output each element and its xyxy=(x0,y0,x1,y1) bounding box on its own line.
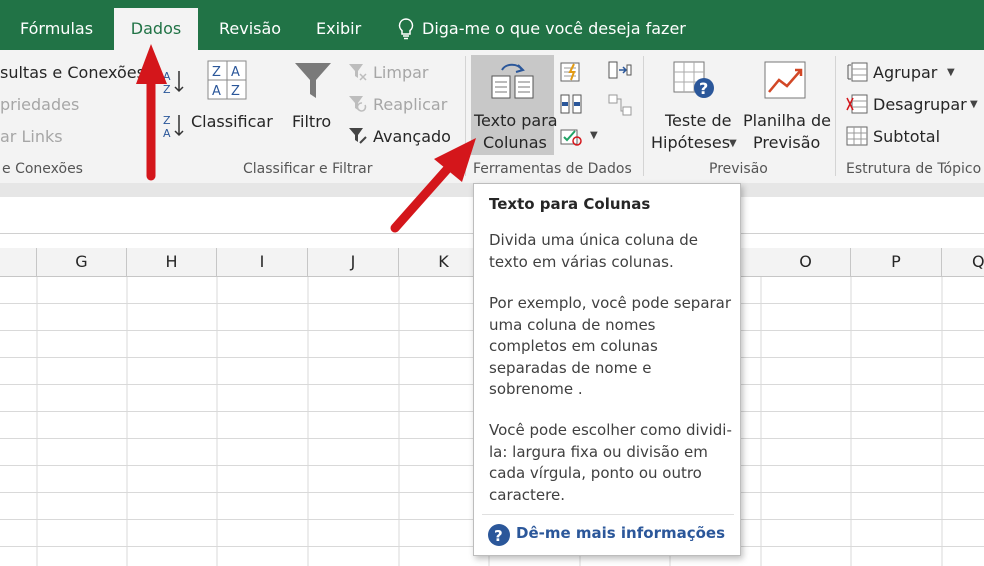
arrow-to-dados-tab xyxy=(136,44,167,181)
tooltip-paragraph: Divida uma única coluna de texto em vári… xyxy=(489,231,699,271)
tooltip-paragraph: Você pode escolher como dividi-la: largu… xyxy=(489,421,732,504)
tooltip-divider xyxy=(482,514,734,515)
svg-text:?: ? xyxy=(494,527,503,545)
tooltip-texto-para-colunas: Texto para Colunas Divida uma única colu… xyxy=(473,183,741,556)
arrow-to-texto-para-colunas xyxy=(390,138,476,233)
tell-me-more-link[interactable]: Dê-me mais informações xyxy=(516,524,725,542)
tooltip-title: Texto para Colunas xyxy=(489,195,651,213)
tooltip-paragraph: Por exemplo, você pode separar uma colun… xyxy=(489,294,732,398)
help-question-icon[interactable]: ? xyxy=(488,524,510,550)
